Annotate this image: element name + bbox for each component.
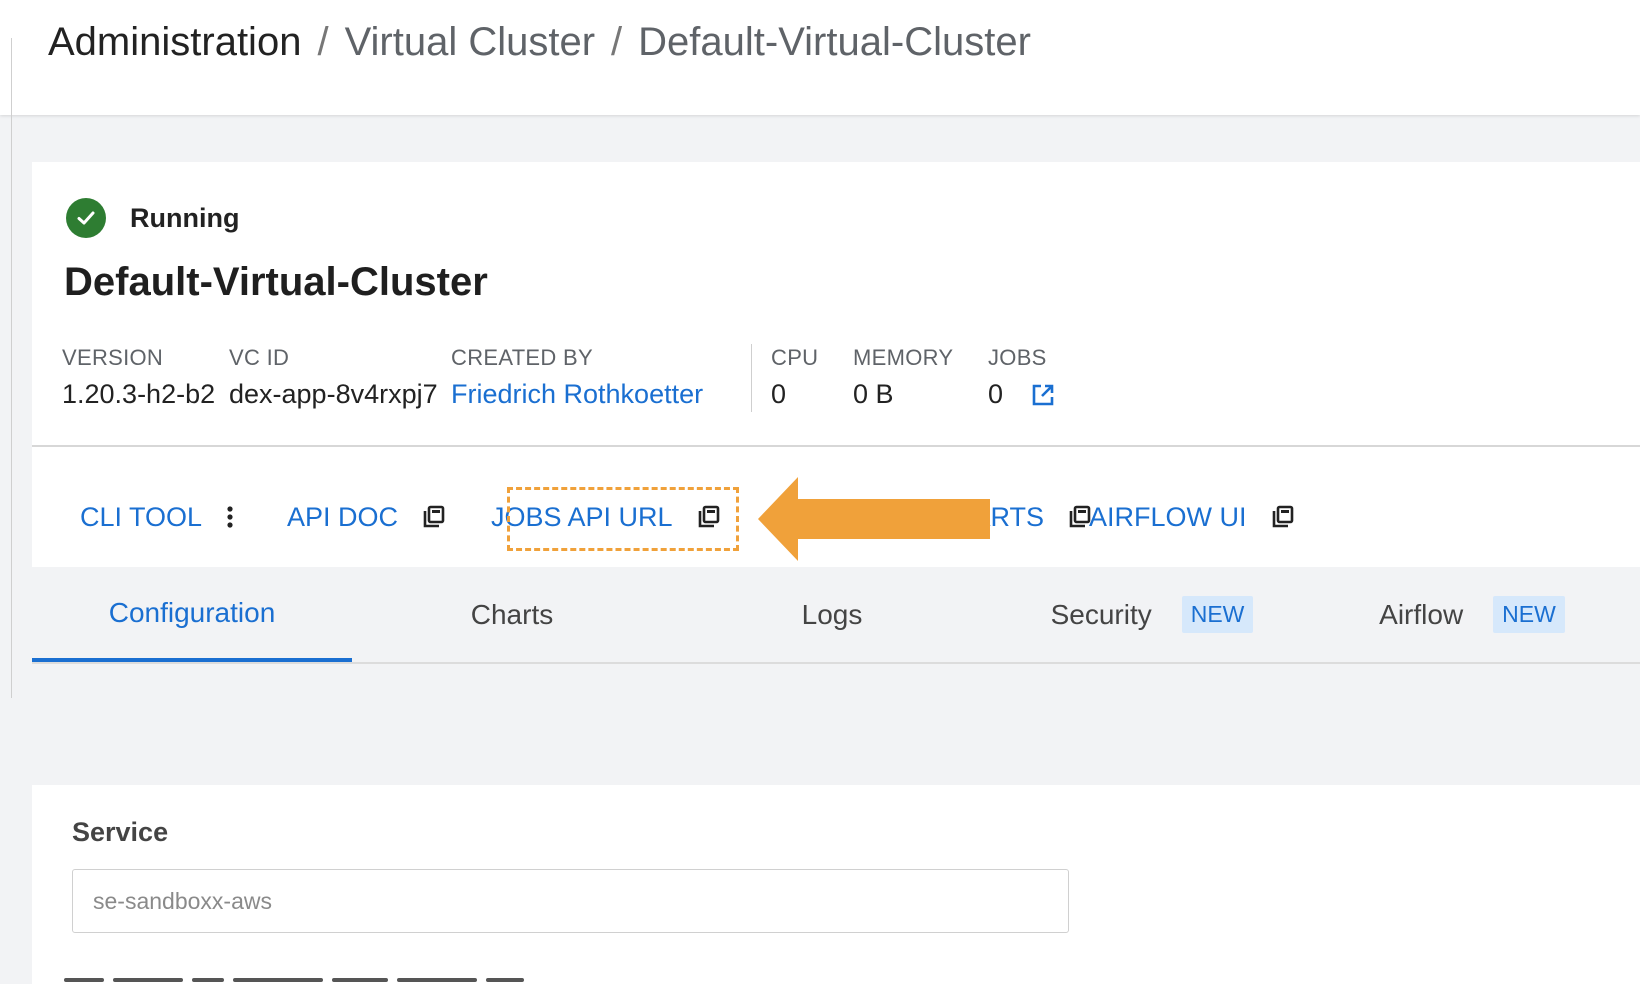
external-link-icon[interactable] — [1031, 383, 1055, 407]
kebab-menu-icon[interactable] — [226, 505, 234, 529]
meta-label: CPU — [771, 345, 819, 370]
meta-version: VERSION 1.20.3-h2-b2 — [62, 345, 215, 410]
breadcrumb-item-administration[interactable]: Administration — [48, 20, 301, 65]
airflow-ui-link[interactable]: AIRFLOW UI — [1089, 502, 1247, 533]
meta-label: VC ID — [229, 345, 290, 370]
configuration-panel: Service — [32, 785, 1640, 985]
annotation-highlight-box — [507, 487, 739, 551]
tab-label: Security — [1050, 598, 1152, 630]
tab-label: Configuration — [108, 596, 276, 628]
cli-tool-button[interactable]: CLI TOOL — [80, 502, 202, 533]
copy-icon[interactable] — [422, 505, 446, 529]
tab-airflow[interactable]: Airflow NEW — [1312, 567, 1632, 662]
api-doc-link[interactable]: API DOC — [287, 502, 398, 533]
tab-security[interactable]: Security NEW — [992, 567, 1312, 662]
copy-icon[interactable] — [1271, 505, 1295, 529]
created-by-link[interactable]: Friedrich Rothkoetter — [451, 379, 703, 410]
tab-configuration[interactable]: Configuration — [32, 567, 352, 662]
breadcrumb-separator: / — [317, 20, 329, 64]
service-label: Service — [72, 817, 169, 847]
breadcrumb-item-virtual-cluster[interactable]: Virtual Cluster — [345, 20, 595, 65]
airflow-ui-action: AIRFLOW UI — [1089, 467, 1295, 567]
left-divider — [11, 38, 12, 698]
status-indicator: Running — [66, 198, 239, 238]
cli-tool-action: CLI TOOL — [80, 467, 234, 567]
breadcrumb-item-current: Default-Virtual-Cluster — [638, 20, 1031, 64]
meta-jobs-value: 0 — [988, 379, 1055, 410]
meta-memory: MEMORY 0 B — [853, 345, 953, 410]
meta-value: 0 B — [853, 379, 894, 409]
tab-charts[interactable]: Charts — [352, 567, 672, 662]
meta-vc-id: VC ID dex-app-8v4rxpj7 — [229, 345, 438, 410]
clipped-next-field-label — [64, 978, 524, 982]
tab-logs[interactable]: Logs — [672, 567, 992, 662]
meta-value: 0 — [771, 379, 787, 409]
meta-label: JOBS — [988, 345, 1047, 370]
meta-label: MEMORY — [853, 345, 954, 370]
status-text: Running — [130, 202, 240, 233]
tab-label: Logs — [801, 598, 863, 630]
new-badge: NEW — [1493, 596, 1565, 633]
tab-bar: Configuration Charts Logs Security NEW A… — [32, 567, 1640, 664]
meta-label: VERSION — [62, 345, 164, 370]
service-input[interactable] — [72, 869, 1069, 933]
cluster-summary-card: Running Default-Virtual-Cluster VERSION … — [32, 162, 1640, 567]
meta-value: 1.20.3-h2-b2 — [62, 379, 216, 409]
bottom-edge — [0, 984, 1640, 1000]
tab-label: Charts — [470, 598, 554, 630]
card-divider — [32, 445, 1640, 447]
meta-divider — [751, 344, 752, 412]
annotation-arrow — [758, 477, 990, 561]
tab-label: Airflow — [1379, 598, 1464, 630]
meta-value: dex-app-8v4rxpj7 — [229, 379, 438, 409]
breadcrumb-separator: / — [611, 20, 623, 64]
page-header: Administration / Virtual Cluster / Defau… — [0, 0, 1640, 115]
action-bar: CLI TOOL API DOC JOBS API URL HARTS AIRF… — [32, 467, 1640, 567]
new-badge: NEW — [1181, 596, 1254, 633]
meta-created-by: CREATED BY Friedrich Rothkoetter — [451, 345, 703, 410]
meta-jobs: JOBS 0 — [988, 345, 1055, 410]
meta-label: CREATED BY — [451, 345, 593, 370]
api-doc-action: API DOC — [287, 467, 446, 567]
meta-value: 0 — [988, 379, 1004, 409]
meta-cpu: CPU 0 — [771, 345, 818, 410]
page-title: Default-Virtual-Cluster — [64, 260, 488, 304]
breadcrumb: Administration / Virtual Cluster / Defau… — [48, 20, 1031, 65]
check-circle-icon — [66, 198, 106, 238]
